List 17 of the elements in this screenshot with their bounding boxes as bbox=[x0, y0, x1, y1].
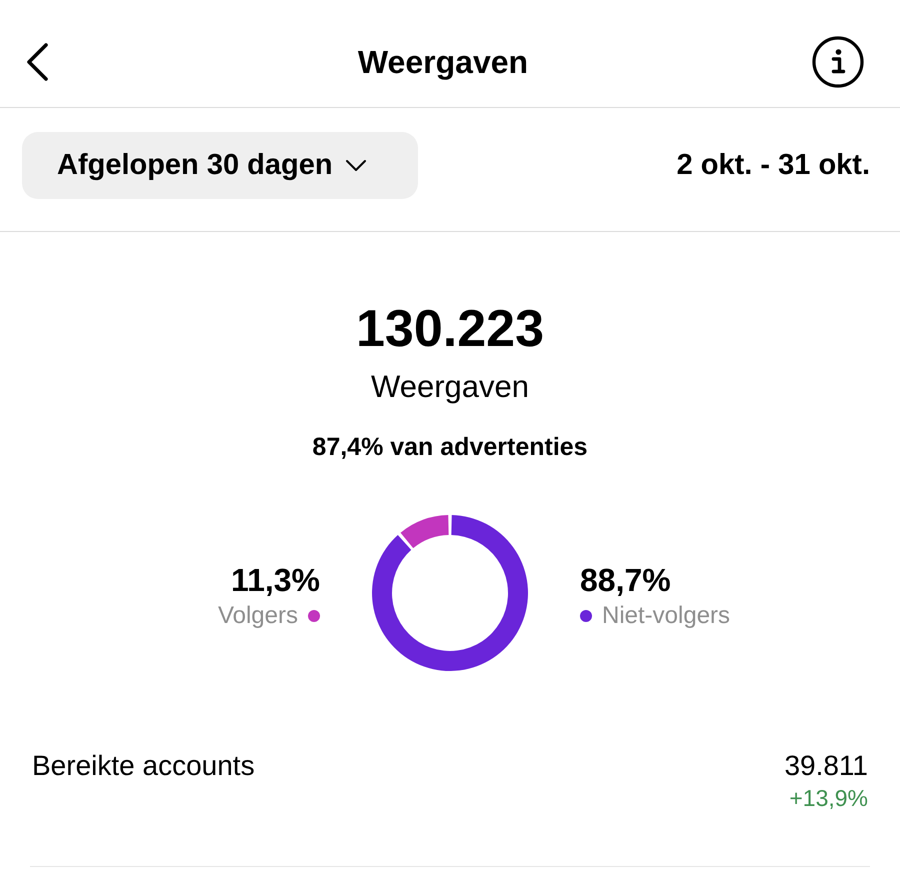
back-icon bbox=[24, 42, 50, 80]
metric-value: 39.811 bbox=[784, 750, 868, 782]
info-button[interactable] bbox=[812, 36, 864, 88]
views-total: 130.223 bbox=[356, 299, 544, 360]
period-dropdown[interactable]: Afgelopen 30 dagen bbox=[22, 132, 418, 199]
metric-change: +13,9% bbox=[789, 784, 868, 812]
legend-value: 11,3% bbox=[231, 560, 320, 598]
caret-icon bbox=[344, 159, 367, 172]
views-label: Weergaven bbox=[371, 368, 529, 406]
info-icon bbox=[812, 36, 864, 88]
ads-share-text: 87,4% van advertenties bbox=[312, 432, 588, 462]
legend-value: 88,7% bbox=[580, 560, 671, 598]
legend-label: Niet-volgers bbox=[602, 602, 730, 630]
date-range: 2 okt. - 31 okt. bbox=[676, 148, 870, 183]
page-title: Weergaven bbox=[358, 42, 528, 80]
legend-label: Volgers bbox=[218, 602, 298, 630]
metric-label: Bereikte accounts bbox=[32, 750, 255, 782]
